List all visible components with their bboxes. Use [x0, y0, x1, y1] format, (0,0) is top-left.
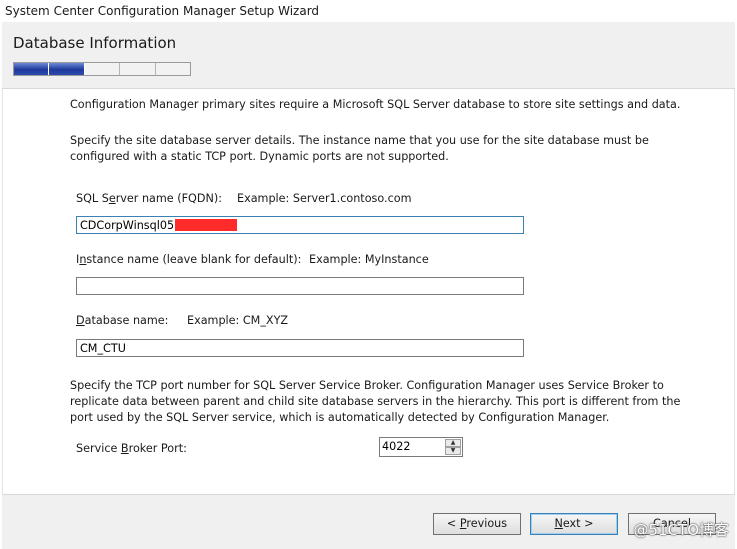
- database-label: Database name:: [76, 314, 169, 327]
- instance-label: Instance name (leave blank for default):: [76, 253, 302, 266]
- spinner-buttons: ▲ ▼: [445, 439, 461, 455]
- intro-text: Configuration Manager primary sites requ…: [70, 98, 681, 111]
- wizard-footer: < Previous Next > Cancel: [2, 494, 735, 549]
- next-button[interactable]: Next >: [530, 513, 618, 535]
- previous-button[interactable]: < Previous: [433, 513, 521, 535]
- progress-step-1: [14, 63, 50, 75]
- sql-server-input[interactable]: [76, 216, 524, 234]
- instance-example: Example: MyInstance: [309, 253, 429, 266]
- broker-note-text: Specify the TCP port number for SQL Serv…: [70, 379, 681, 424]
- wizard-progress-bar: [13, 62, 191, 76]
- window-title: System Center Configuration Manager Setu…: [0, 0, 737, 22]
- database-input[interactable]: [76, 339, 524, 357]
- database-example: Example: CM_XYZ: [187, 314, 289, 327]
- wizard-header: Database Information: [2, 22, 735, 89]
- broker-port-input[interactable]: [382, 440, 442, 453]
- progress-step-2: [49, 63, 85, 75]
- sql-server-example: Example: Server1.contoso.com: [237, 192, 412, 205]
- instance-note-text: Specify the site database server details…: [70, 134, 649, 163]
- progress-step-4: [120, 63, 156, 75]
- broker-port-label: Service Broker Port:: [76, 442, 187, 455]
- instance-input[interactable]: [76, 277, 524, 295]
- sql-server-label: SQL Server name (FQDN):: [76, 192, 222, 205]
- progress-step-3: [84, 63, 121, 75]
- spin-up-icon[interactable]: ▲: [445, 439, 461, 447]
- broker-port-spinner[interactable]: ▲ ▼: [379, 437, 463, 457]
- page-title: Database Information: [13, 34, 177, 52]
- watermark-text: @51CTO博客: [633, 521, 729, 539]
- progress-step-5: [155, 63, 191, 75]
- spin-down-icon[interactable]: ▼: [445, 447, 461, 455]
- redaction-mark: [175, 219, 237, 231]
